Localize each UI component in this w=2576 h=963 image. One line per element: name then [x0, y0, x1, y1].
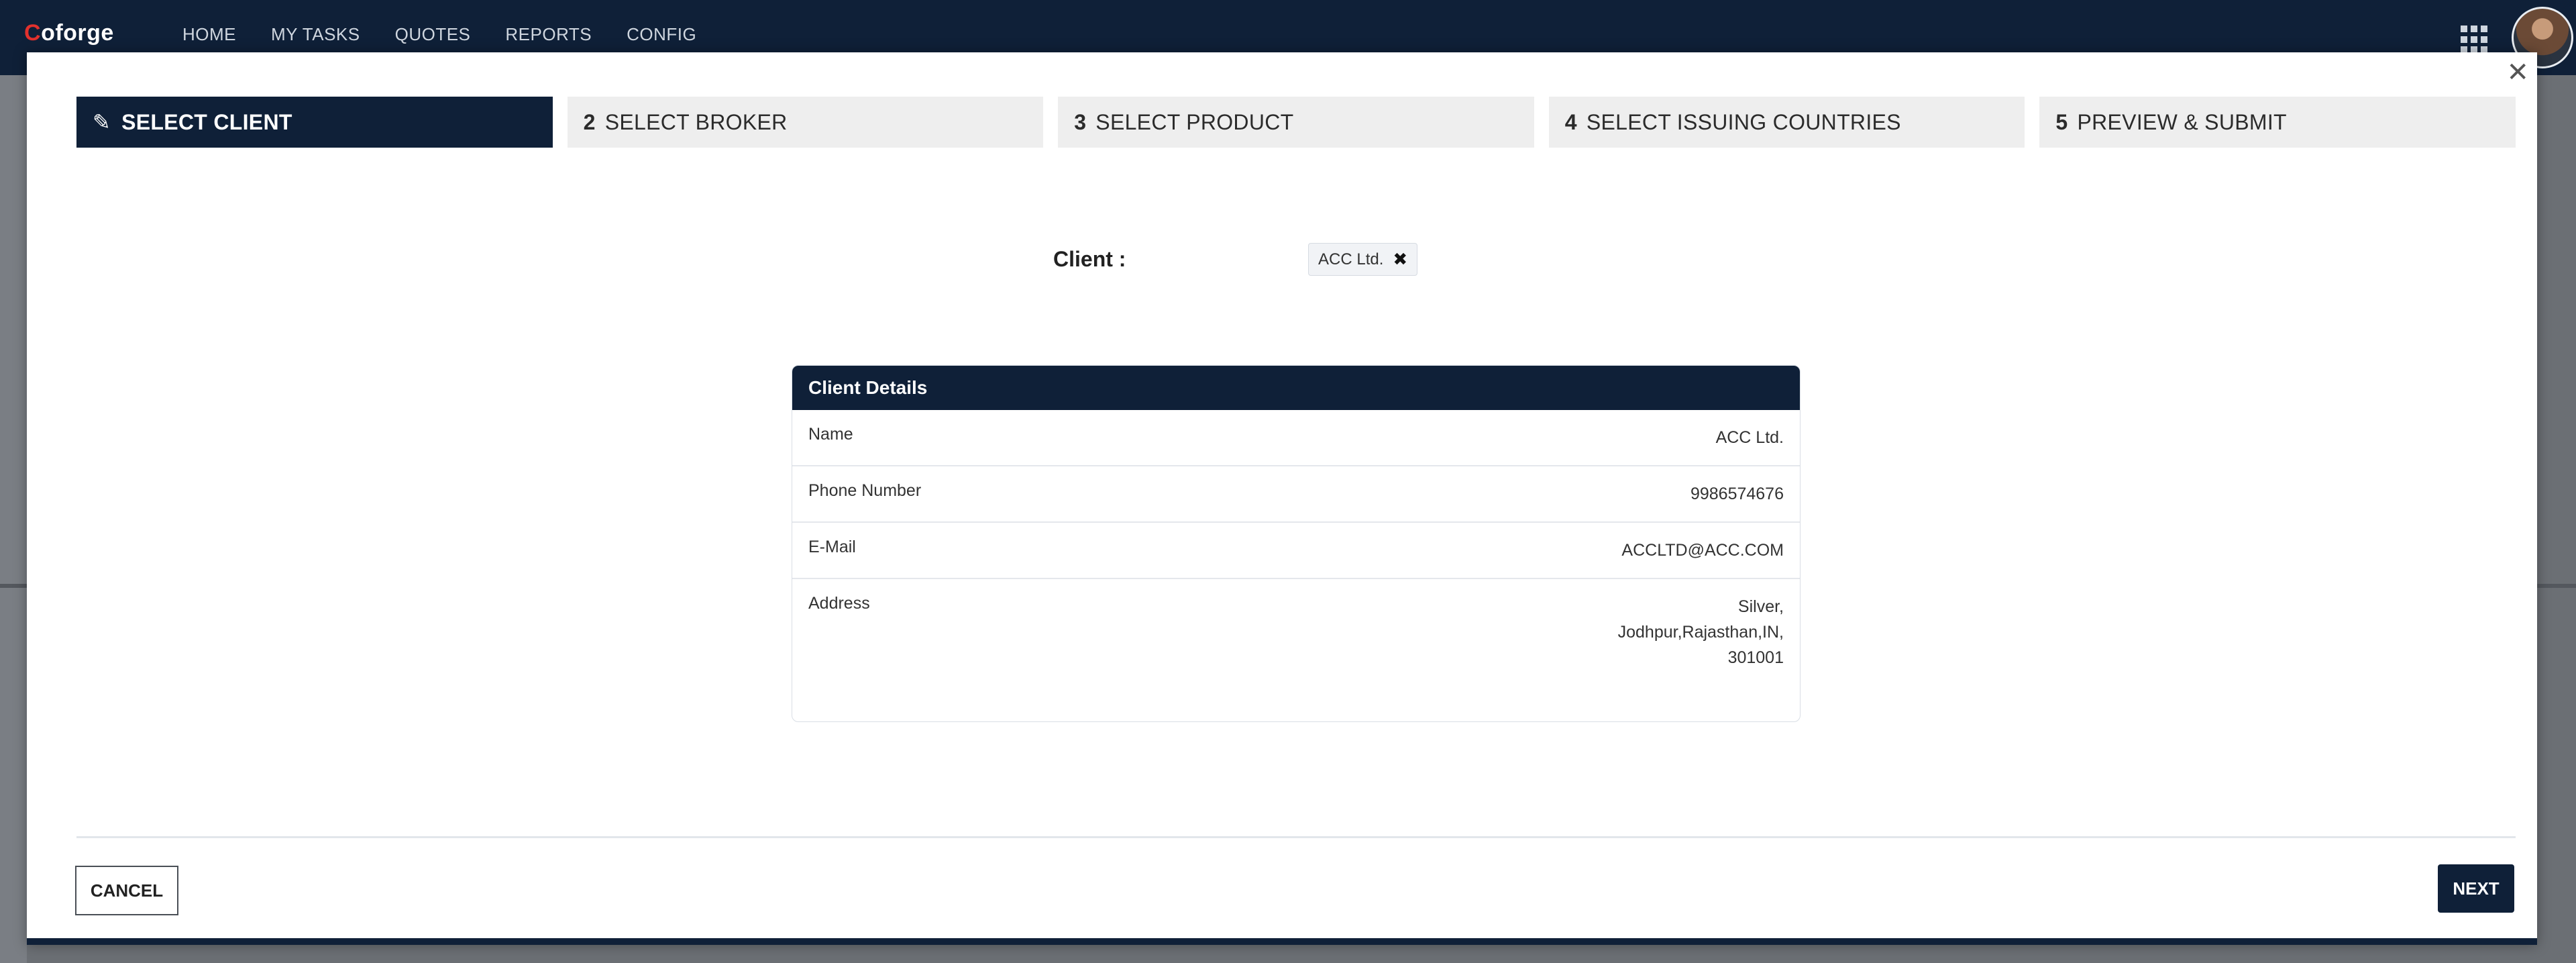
create-quote-modal: ✕ ✎ SELECT CLIENT 2 SELECT BROKER 3 SELE…	[27, 52, 2537, 945]
detail-label: Address	[808, 594, 870, 613]
client-details-title: Client Details	[792, 366, 1800, 410]
detail-row-address: Address Silver, Jodhpur,Rajasthan,IN, 30…	[792, 579, 1800, 685]
detail-label: E-Mail	[808, 538, 856, 556]
client-chip[interactable]: ACC Ltd. ✖	[1308, 243, 1418, 276]
cancel-button[interactable]: CANCEL	[75, 866, 178, 915]
address-line: Silver,	[1737, 597, 1784, 616]
client-selector-row: Client : ACC Ltd. ✖	[1053, 243, 1418, 276]
detail-row-email: E-Mail ACCLTD@ACC.COM	[792, 523, 1800, 579]
client-chip-label: ACC Ltd.	[1318, 250, 1384, 268]
detail-row-phone: Phone Number 9986574676	[792, 466, 1800, 523]
nav-home[interactable]: HOME	[182, 24, 236, 45]
detail-value: ACCLTD@ACC.COM	[1621, 541, 1784, 560]
logo-text: oforge	[41, 20, 114, 46]
detail-label: Phone Number	[808, 481, 922, 500]
wizard-steps: ✎ SELECT CLIENT 2 SELECT BROKER 3 SELECT…	[76, 97, 2516, 148]
step-number: 4	[1564, 109, 1577, 134]
footer-divider	[76, 836, 2516, 838]
remove-chip-icon[interactable]: ✖	[1393, 249, 1407, 270]
step-number: 5	[2055, 109, 2068, 134]
app-logo[interactable]: Coforge	[24, 20, 114, 46]
pencil-icon: ✎	[93, 110, 111, 134]
detail-value-address: Silver, Jodhpur,Rajasthan,IN, 301001	[1618, 594, 1784, 670]
client-label: Client :	[1053, 247, 1126, 271]
nav-config[interactable]: CONFIG	[627, 24, 696, 45]
address-line: Jodhpur,Rajasthan,IN,	[1617, 623, 1784, 642]
step-select-product[interactable]: 3 SELECT PRODUCT	[1058, 97, 1534, 148]
client-details-card: Client Details Name ACC Ltd. Phone Numbe…	[792, 365, 1801, 722]
nav-reports[interactable]: REPORTS	[505, 24, 592, 45]
detail-value: ACC Ltd.	[1715, 428, 1784, 447]
nav-my-tasks[interactable]: MY TASKS	[271, 24, 360, 45]
step-label: SELECT BROKER	[604, 109, 788, 134]
step-preview-submit[interactable]: 5 PREVIEW & SUBMIT	[2039, 97, 2516, 148]
step-select-broker[interactable]: 2 SELECT BROKER	[567, 97, 1044, 148]
logo-mark: C	[24, 20, 42, 46]
detail-row-name: Name ACC Ltd.	[792, 410, 1800, 466]
step-label: PREVIEW & SUBMIT	[2077, 109, 2287, 134]
next-button[interactable]: NEXT	[2438, 864, 2514, 913]
apps-grid-icon[interactable]	[2461, 26, 2489, 54]
step-label: SELECT ISSUING COUNTRIES	[1586, 109, 1901, 134]
step-label: SELECT CLIENT	[121, 109, 292, 134]
address-line: 301001	[1727, 648, 1784, 667]
detail-value: 9986574676	[1690, 485, 1784, 503]
step-number: 2	[583, 109, 596, 134]
step-select-client[interactable]: ✎ SELECT CLIENT	[76, 97, 553, 148]
close-icon[interactable]: ✕	[2506, 59, 2529, 86]
step-select-issuing-countries[interactable]: 4 SELECT ISSUING COUNTRIES	[1548, 97, 2025, 148]
step-label: SELECT PRODUCT	[1095, 109, 1294, 134]
nav-quotes[interactable]: QUOTES	[395, 24, 471, 45]
background-page	[0, 75, 27, 963]
step-number: 3	[1074, 109, 1087, 134]
detail-label: Name	[808, 425, 853, 444]
main-nav: HOME MY TASKS QUOTES REPORTS CONFIG	[182, 24, 696, 45]
